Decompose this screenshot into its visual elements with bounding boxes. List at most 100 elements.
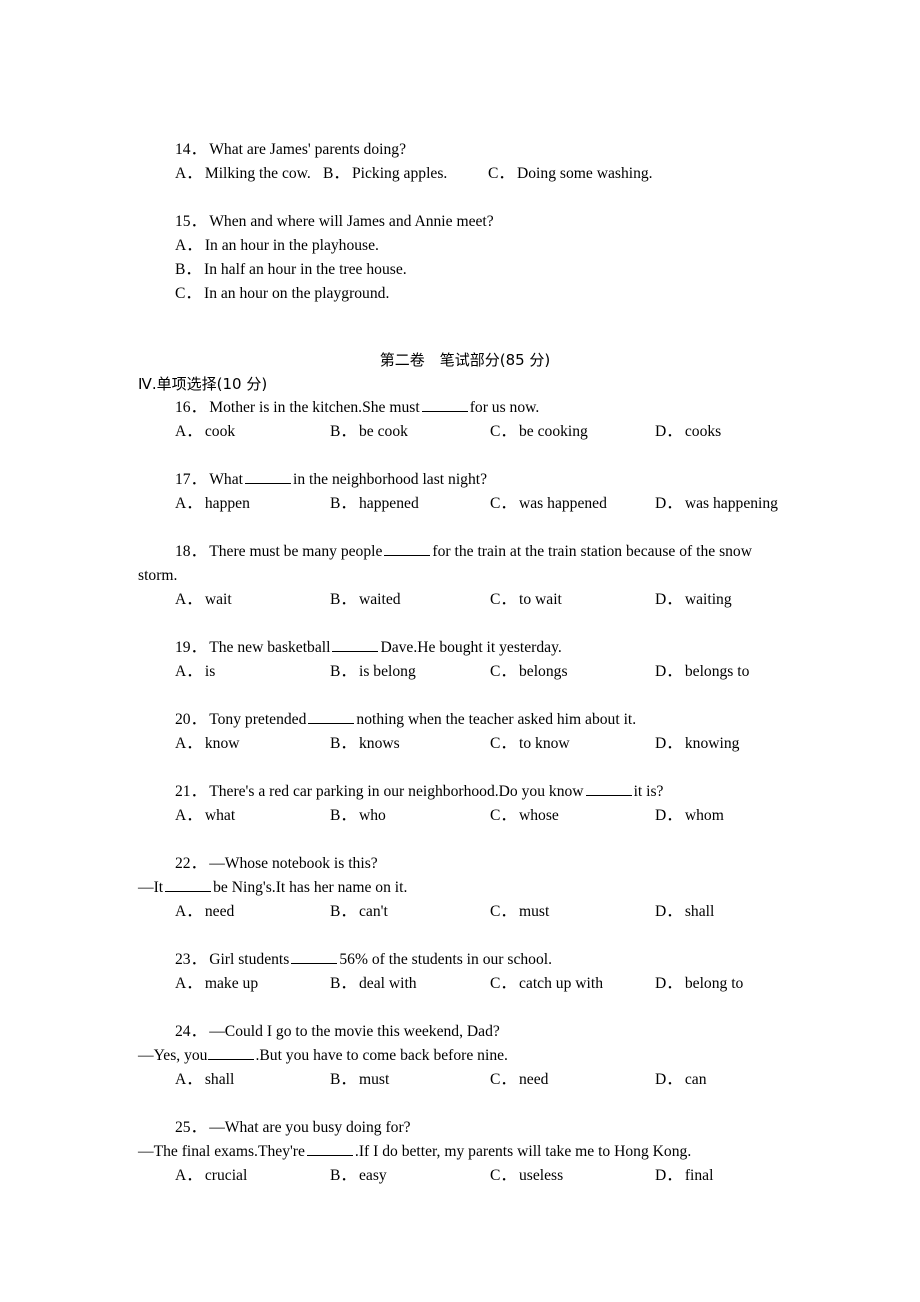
option-text: In half an hour in the tree house. [204, 261, 407, 278]
answer-blank[interactable] [291, 950, 338, 964]
question-19-option-b[interactable]: B． is belong [330, 660, 490, 684]
question-21-option-b[interactable]: B． who [330, 804, 490, 828]
question-17-option-d[interactable]: D． was happening [655, 492, 778, 516]
option-letter: C． [490, 903, 516, 920]
question-22-option-c[interactable]: C． must [490, 900, 655, 924]
option-letter: B． [330, 807, 356, 824]
question-18-option-c[interactable]: C． to wait [490, 588, 655, 612]
option-text: to wait [519, 591, 562, 608]
option-text: need [519, 1071, 549, 1088]
question-19-option-c[interactable]: C． belongs [490, 660, 655, 684]
question-18-option-b[interactable]: B． waited [330, 588, 490, 612]
option-text: must [359, 1071, 390, 1088]
option-text: catch up with [519, 975, 604, 992]
question-17-option-b[interactable]: B． happened [330, 492, 490, 516]
question-25-option-c[interactable]: C． useless [490, 1164, 655, 1188]
question-14-option-a[interactable]: A． Milking the cow. [175, 162, 323, 186]
question-16-option-c[interactable]: C． be cooking [490, 420, 655, 444]
question-23-option-b[interactable]: B． deal with [330, 972, 490, 996]
question-20-option-a[interactable]: A． know [175, 732, 330, 756]
question-15: 15． When and where will James and Annie m… [138, 210, 792, 306]
option-text: was happening [684, 495, 778, 512]
question-19-option-a[interactable]: A． is [175, 660, 330, 684]
question-22-option-b[interactable]: B． can't [330, 900, 490, 924]
question-15-stem: 15． When and where will James and Annie m… [138, 210, 792, 234]
question-14-options: A． Milking the cow. B． Picking apples. C． D… [138, 162, 792, 186]
question-23-stem-before: Girl students [209, 951, 290, 968]
question-23-option-a[interactable]: A． make up [175, 972, 330, 996]
question-20-options: A． know B． knows C． to know D． knowing [138, 732, 792, 756]
answer-blank[interactable] [384, 542, 431, 556]
option-letter: B． [330, 1071, 356, 1088]
option-letter: A． [175, 591, 202, 608]
question-20-option-b[interactable]: B． knows [330, 732, 490, 756]
question-25-option-b[interactable]: B． easy [330, 1164, 490, 1188]
answer-blank[interactable] [244, 470, 291, 484]
question-21-options: A． what B． who C． whose D． whom [138, 804, 792, 828]
question-16-option-a[interactable]: A． cook [175, 420, 330, 444]
question-20-option-d[interactable]: D． knowing [655, 732, 739, 756]
question-21-option-c[interactable]: C． whose [490, 804, 655, 828]
question-24-option-a[interactable]: A． shall [175, 1068, 330, 1092]
question-18-option-d[interactable]: D． waiting [655, 588, 732, 612]
answer-blank[interactable] [332, 638, 379, 652]
question-14-stem: 14． What are James' parents doing? [138, 138, 792, 162]
option-letter: C． [490, 975, 516, 992]
question-22-prompt: 22． —Whose notebook is this? [138, 852, 792, 876]
question-20-option-c[interactable]: C． to know [490, 732, 655, 756]
question-16-stem-before: Mother is in the kitchen.She must [209, 399, 420, 416]
question-17-option-a[interactable]: A． happen [175, 492, 330, 516]
answer-blank[interactable] [308, 710, 355, 724]
question-15-option-b[interactable]: B． In half an hour in the tree house. [138, 258, 792, 282]
question-23-option-d[interactable]: D． belong to [655, 972, 743, 996]
option-letter: A． [175, 735, 202, 752]
question-19-option-d[interactable]: D． belongs to [655, 660, 749, 684]
question-22-option-a[interactable]: A． need [175, 900, 330, 924]
option-text: who [359, 807, 386, 824]
option-text: whose [519, 807, 559, 824]
option-letter: B． [330, 423, 356, 440]
question-24-dialog-question: —Could I go to the movie this weekend, D… [209, 1023, 500, 1040]
question-21-option-a[interactable]: A． what [175, 804, 330, 828]
question-14-option-c[interactable]: C． Doing some washing. [488, 162, 653, 186]
answer-blank[interactable] [165, 878, 212, 892]
option-text: shall [204, 1071, 235, 1088]
question-14-option-b[interactable]: B． Picking apples. [323, 162, 488, 186]
option-letter: B． [330, 591, 356, 608]
question-21-option-d[interactable]: D． whom [655, 804, 724, 828]
question-22-option-d[interactable]: D． shall [655, 900, 714, 924]
question-24-option-c[interactable]: C． need [490, 1068, 655, 1092]
question-25-option-a[interactable]: A． crucial [175, 1164, 330, 1188]
question-18-option-a[interactable]: A． wait [175, 588, 330, 612]
question-16-option-d[interactable]: D． cooks [655, 420, 721, 444]
question-15-option-c[interactable]: C． In an hour on the playground. [138, 282, 792, 306]
option-text: wait [204, 591, 232, 608]
volume-heading: 第二卷 笔试部分(85 分) [379, 351, 551, 369]
block-gap [138, 996, 792, 1020]
section-heading: Ⅳ.单项选择(10 分) [138, 375, 268, 393]
answer-blank[interactable] [421, 398, 468, 412]
question-16-option-b[interactable]: B． be cook [330, 420, 490, 444]
question-23-option-c[interactable]: C． catch up with [490, 972, 655, 996]
option-letter: B． [330, 495, 356, 512]
question-15-option-a[interactable]: A． In an hour in the playhouse. [138, 234, 792, 258]
answer-blank[interactable] [208, 1046, 255, 1060]
question-24-option-b[interactable]: B． must [330, 1068, 490, 1092]
option-letter: D． [655, 1071, 682, 1088]
question-19-options: A． is B． is belong C． belongs D． belongs to [138, 660, 792, 684]
option-letter: D． [655, 807, 682, 824]
option-text: Milking the cow. [204, 165, 311, 182]
question-18-options: A． wait B． waited C． to wait D． waiting [138, 588, 792, 612]
option-text: be cooking [519, 423, 588, 440]
answer-blank[interactable] [585, 782, 632, 796]
option-letter: C． [488, 165, 514, 182]
question-25-option-d[interactable]: D． final [655, 1164, 713, 1188]
question-24-number: 24． [175, 1023, 207, 1040]
block-gap [138, 828, 792, 852]
answer-blank[interactable] [306, 1142, 353, 1156]
question-17-option-c[interactable]: C． was happened [490, 492, 655, 516]
question-24-option-d[interactable]: D． can [655, 1068, 707, 1092]
option-text: Picking apples. [352, 165, 448, 182]
option-letter: D． [655, 423, 682, 440]
question-23-options: A． make up B． deal with C． catch up with D．… [138, 972, 792, 996]
